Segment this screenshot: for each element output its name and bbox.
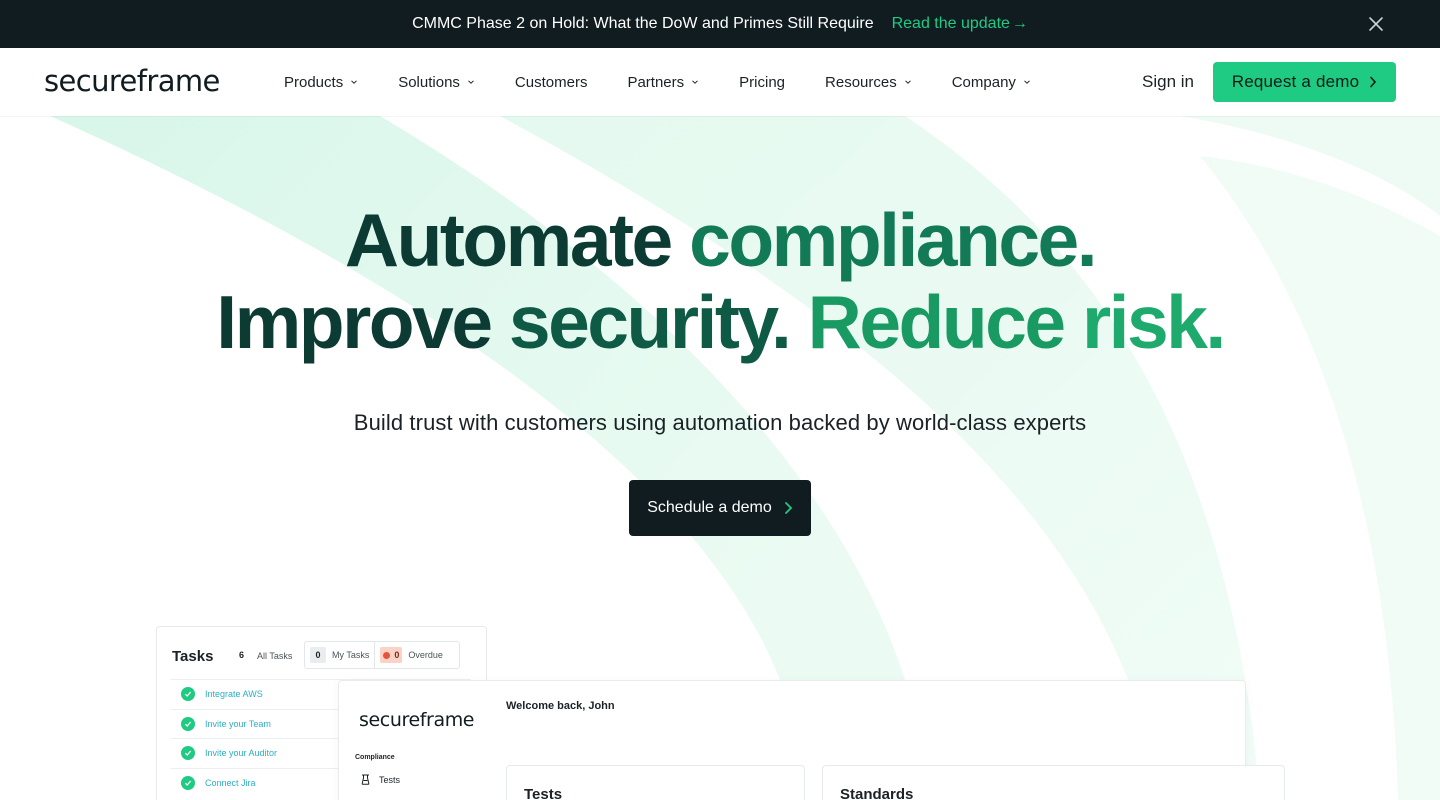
all-tasks-count: 6: [239, 650, 245, 660]
chevron-down-icon: [692, 80, 699, 84]
check-circle-icon: [181, 687, 195, 702]
dashboard-logo: secureframe: [359, 709, 475, 731]
panel-title: Tests: [524, 786, 563, 800]
hero-title-line-2: Improve security. Reduce risk.: [0, 282, 1440, 362]
main-nav: secureframe Products Solutions Customers…: [0, 48, 1440, 116]
nav-item-products[interactable]: Products: [284, 74, 358, 91]
overdue-count: 0: [394, 650, 400, 660]
announcement-bar: CMMC Phase 2 on Hold: What the DoW and P…: [0, 0, 1440, 48]
sign-in-link[interactable]: Sign in: [1142, 72, 1194, 92]
hero-word: risk.: [1081, 280, 1226, 364]
tests-panel: Tests: [506, 765, 805, 800]
hero-title: Automate compliance. Improve security. R…: [0, 200, 1440, 362]
nav-item-resources[interactable]: Resources: [825, 74, 912, 91]
sidebar-item-label: Tests: [379, 774, 401, 785]
nav-item-company[interactable]: Company: [952, 74, 1031, 91]
nav-item-customers[interactable]: Customers: [515, 74, 588, 91]
nav-item-label: Products: [284, 73, 344, 91]
sidebar-item-tests[interactable]: Tests: [361, 774, 400, 785]
announcement-text: CMMC Phase 2 on Hold: What the DoW and P…: [412, 15, 874, 32]
panel-title: Standards: [840, 786, 914, 800]
task-label: Invite your Team: [205, 718, 271, 729]
arrow-right-icon: →: [1011, 15, 1028, 32]
check-circle-icon: [181, 746, 195, 761]
nav-item-label: Resources: [825, 73, 897, 91]
close-icon[interactable]: [1368, 16, 1384, 32]
sidebar-section-label: Compliance: [355, 754, 395, 761]
beaker-icon: [361, 774, 370, 785]
overdue-count-badge: 0: [380, 647, 403, 663]
chevron-down-icon: [1024, 80, 1030, 84]
task-label: Connect Jira: [205, 777, 256, 788]
announcement-link-label: Read the update: [891, 15, 1010, 32]
nav-item-pricing[interactable]: Pricing: [739, 74, 785, 91]
overdue-filter[interactable]: 0 Overdue: [374, 642, 448, 668]
chevron-right-icon: [784, 502, 793, 514]
task-label: Integrate AWS: [205, 689, 263, 700]
hero-title-line-1: Automate compliance.: [0, 200, 1440, 280]
request-demo-button[interactable]: Request a demo: [1213, 62, 1396, 102]
nav-menu: Products Solutions Customers Partners Pr…: [284, 48, 1071, 116]
hero-word: Reduce: [807, 280, 1066, 364]
schedule-demo-label: Schedule a demo: [647, 499, 772, 516]
chevron-down-icon: [351, 80, 358, 84]
welcome-message: Welcome back, John: [506, 700, 615, 712]
hero-word: Automate: [344, 198, 673, 282]
nav-item-label: Pricing: [739, 73, 786, 91]
nav-item-partners[interactable]: Partners: [627, 74, 699, 91]
announcement-link[interactable]: Read the update →: [892, 15, 1028, 33]
alert-dot-icon: [383, 652, 391, 660]
chevron-right-icon: [1370, 76, 1377, 88]
task-filter-segment: 0 My Tasks 0 Overdue: [304, 641, 460, 669]
nav-item-label: Solutions: [398, 73, 460, 91]
my-tasks-count: 0: [310, 647, 326, 663]
request-demo-label: Request a demo: [1231, 72, 1360, 91]
my-tasks-filter[interactable]: 0 My Tasks: [305, 642, 374, 668]
nav-item-solutions[interactable]: Solutions: [398, 74, 475, 91]
chevron-down-icon: [904, 80, 911, 84]
hero-word: compliance.: [689, 198, 1097, 282]
hero-subtitle: Build trust with customers using automat…: [353, 410, 1087, 435]
tasks-title: Tasks: [172, 648, 214, 665]
overdue-label: Overdue: [408, 650, 443, 660]
task-label: Invite your Auditor: [205, 748, 278, 759]
nav-item-label: Partners: [627, 73, 685, 91]
all-tasks-filter[interactable]: All Tasks: [257, 651, 292, 661]
nav-item-label: Company: [951, 73, 1016, 91]
hero-word: security.: [508, 280, 792, 364]
standards-panel: Standards: [822, 765, 1285, 800]
logo[interactable]: secureframe: [44, 64, 220, 98]
check-circle-icon: [181, 716, 195, 731]
my-tasks-label: My Tasks: [332, 650, 370, 660]
chevron-down-icon: [468, 80, 474, 84]
hero-word: Improve: [216, 280, 493, 364]
schedule-demo-button[interactable]: Schedule a demo: [629, 480, 811, 536]
check-circle-icon: [181, 775, 195, 790]
nav-item-label: Customers: [514, 73, 588, 91]
